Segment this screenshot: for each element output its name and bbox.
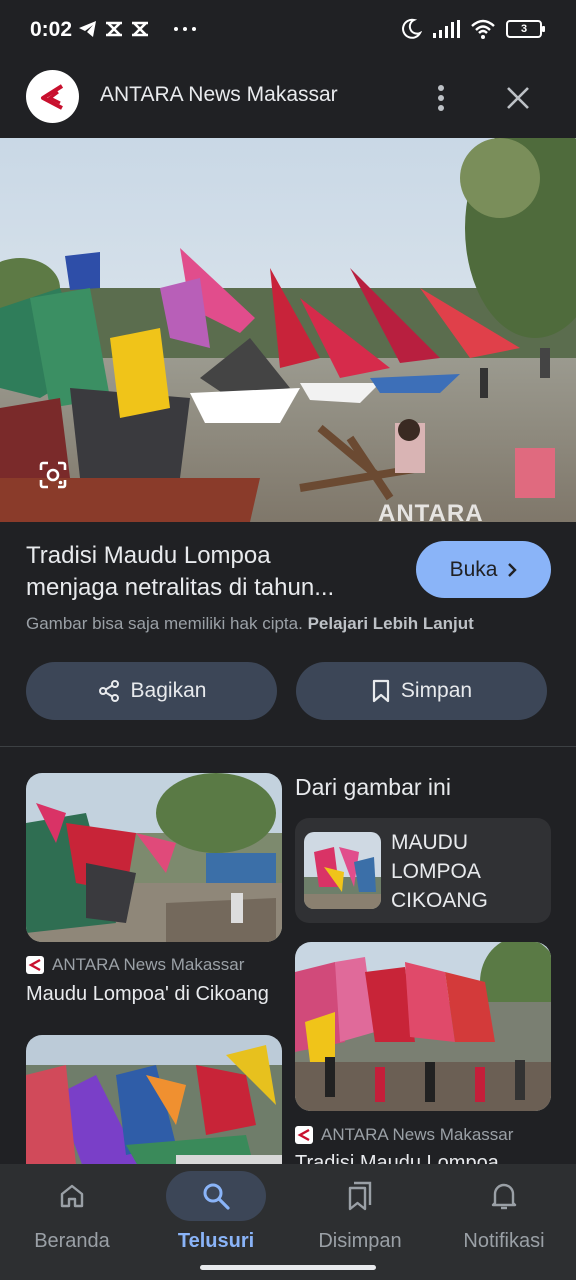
home-icon [60, 1184, 84, 1208]
battery-icon: 3 [506, 20, 545, 38]
close-icon [507, 87, 529, 109]
chevron-right-icon [508, 562, 518, 577]
open-button[interactable]: Buka [416, 541, 551, 598]
festival-boats-photo [0, 138, 576, 522]
capcut-icon [106, 21, 122, 37]
entity-card[interactable]: MAUDU LOMPOA CIKOANG [295, 818, 551, 923]
article-title[interactable]: Tradisi Maudu Lompoa menjaga netralitas … [26, 540, 396, 604]
collections-icon [348, 1181, 372, 1211]
more-vert-icon [438, 85, 444, 111]
nav-search-label: Telusuri [177, 1230, 255, 1252]
telegram-icon [79, 21, 96, 37]
result-source-name: ANTARA News Makassar [52, 955, 245, 974]
close-button[interactable] [500, 78, 536, 118]
bottom-navigation: Beranda Telusuri Disimpan Notifikasi [0, 1164, 576, 1280]
site-title[interactable]: ANTARA News Makassar [100, 83, 338, 107]
result-source-name: ANTARA News Makassar [321, 1125, 514, 1144]
wifi-icon [471, 19, 495, 39]
antara-favicon-icon [295, 1126, 313, 1144]
result-source: ANTARA News Makassar [26, 955, 244, 975]
nav-saved-pill [310, 1171, 410, 1221]
share-button[interactable]: Bagikan [26, 662, 277, 720]
share-icon [98, 680, 119, 702]
status-bar: 0:02 3 [0, 0, 576, 62]
nav-home-pill [22, 1171, 122, 1221]
save-label: Simpan [400, 679, 473, 702]
divider [0, 746, 576, 747]
site-logo[interactable] [26, 70, 79, 123]
nav-saved[interactable]: Disimpan [288, 1164, 432, 1280]
battery-level: 3 [520, 23, 528, 35]
search-icon [203, 1183, 230, 1210]
article-title-line2: menjaga netralitas di tahun... [26, 574, 335, 601]
from-image-heading: Dari gambar ini [295, 774, 451, 800]
nav-home[interactable]: Beranda [0, 1164, 144, 1280]
home-indicator[interactable] [200, 1265, 376, 1270]
google-lens-icon [39, 461, 67, 489]
antara-logo-icon [40, 83, 63, 110]
share-label: Bagikan [130, 679, 207, 702]
result-title[interactable]: Maudu Lompoa' di Cikoang [26, 983, 272, 1006]
learn-more-link[interactable]: Pelajari Lebih Lanjut [308, 614, 474, 633]
entity-name: MAUDU LOMPOA CIKOANG [391, 831, 488, 912]
bell-icon [491, 1183, 517, 1210]
more-dots-icon [174, 27, 196, 31]
nav-search-pill [166, 1171, 266, 1221]
copyright-notice: Gambar bisa saja memiliki hak cipta. Pel… [26, 614, 474, 634]
system-icons: 3 [400, 18, 545, 40]
nav-search[interactable]: Telusuri [144, 1164, 288, 1280]
save-button[interactable]: Simpan [296, 662, 547, 720]
entity-photo [304, 832, 381, 909]
article-title-line1: Tradisi Maudu Lompoa [26, 542, 271, 569]
bookmark-icon [372, 679, 389, 703]
result-thumbnail[interactable] [295, 942, 551, 1111]
copyright-text: Gambar bisa saja memiliki hak cipta. [26, 614, 303, 633]
antara-favicon-icon [26, 956, 44, 974]
result-thumbnail[interactable] [26, 773, 282, 942]
watermark: ANTARA [378, 500, 484, 522]
nav-saved-label: Disimpan [318, 1230, 402, 1252]
result-photo [26, 1035, 282, 1185]
result-source: ANTARA News Makassar [295, 1125, 513, 1145]
entity-thumbnail [304, 832, 381, 909]
google-lens-button[interactable] [30, 452, 76, 498]
notification-icons [78, 20, 198, 38]
moon-icon [402, 18, 422, 39]
nav-home-label: Beranda [34, 1230, 110, 1252]
result-thumbnail[interactable] [26, 1035, 282, 1185]
hero-image[interactable]: ANTARA [0, 138, 576, 522]
result-photo [26, 773, 282, 942]
signal-icon [433, 20, 460, 38]
nav-notifications-label: Notifikasi [463, 1230, 545, 1252]
open-button-label: Buka [449, 557, 498, 581]
more-options-button[interactable] [426, 78, 456, 118]
nav-notifications[interactable]: Notifikasi [432, 1164, 576, 1280]
result-photo [295, 942, 551, 1111]
app-header: ANTARA News Makassar [0, 62, 576, 138]
nav-notifications-pill [454, 1171, 554, 1221]
capcut-icon [132, 21, 148, 37]
status-time: 0:02 [30, 18, 73, 41]
